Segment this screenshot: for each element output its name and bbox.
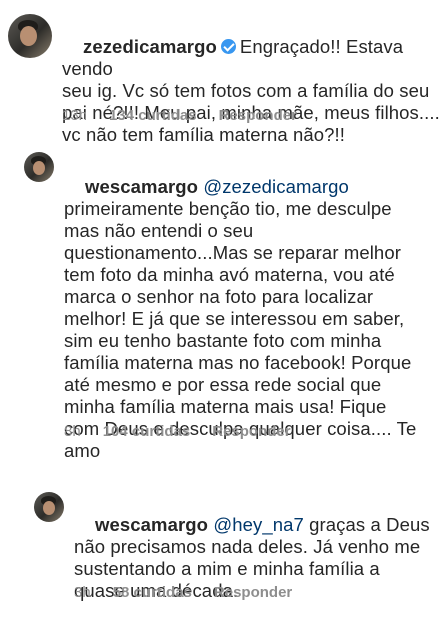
comment-meta: 3h 58 curtidas Responder: [74, 584, 314, 601]
avatar-face: [33, 161, 45, 175]
reply-button[interactable]: Responder: [212, 423, 290, 440]
likes-count[interactable]: 104 curtidas: [103, 423, 191, 440]
comment-time: 8h: [64, 423, 81, 440]
comment-body: primeiramente benção tio, me desculpe ma…: [64, 198, 417, 461]
comment-time: 3h: [74, 584, 91, 601]
comment-2: wescamargo @zezedicamargo primeiramente …: [0, 140, 448, 461]
comment-username[interactable]: zezedicamargo: [83, 36, 217, 57]
comment-text: wescamargo @hey_na7 graças a Deus não pr…: [74, 492, 444, 624]
reply-button[interactable]: Responder: [219, 107, 297, 124]
avatar[interactable]: [8, 14, 52, 58]
mention-link[interactable]: @zezedicamargo: [203, 176, 349, 197]
likes-count[interactable]: 134 curtidas: [109, 107, 197, 124]
avatar-face: [43, 501, 55, 515]
avatar[interactable]: [24, 152, 54, 182]
comment-username[interactable]: wescamargo: [85, 176, 198, 197]
comment-body-inline: graças a Deus: [309, 514, 430, 535]
reply-button[interactable]: Responder: [214, 584, 292, 601]
verified-badge-icon: [220, 39, 236, 54]
likes-count[interactable]: 58 curtidas: [113, 584, 192, 601]
comment-username[interactable]: wescamargo: [95, 514, 208, 535]
comment-meta: 13h 134 curtidas Responder: [62, 107, 319, 124]
mention-link[interactable]: @hey_na7: [213, 514, 304, 535]
comment-meta: 8h 104 curtidas Responder: [64, 423, 313, 440]
comment-3: wescamargo @hey_na7 graças a Deus não pr…: [0, 480, 448, 640]
avatar-face: [20, 26, 37, 46]
avatar[interactable]: [34, 492, 64, 522]
comment-time: 13h: [62, 107, 88, 124]
comment-1: zezedicamargo Engraçado!! Estava vendo se…: [0, 0, 448, 145]
